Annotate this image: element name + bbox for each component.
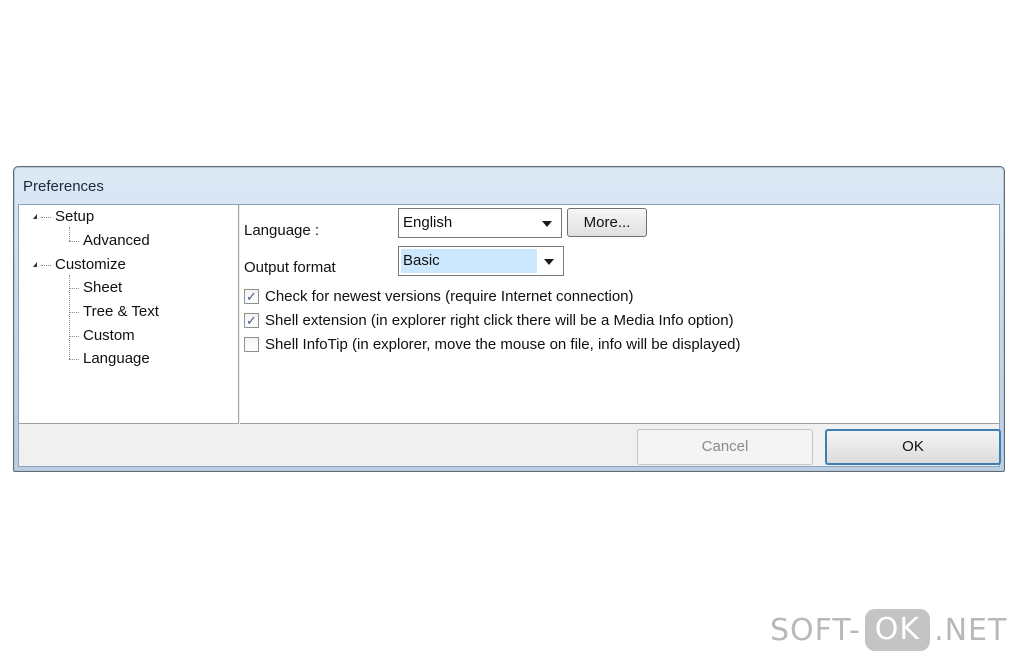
shell-infotip-checkbox[interactable] [244, 336, 259, 352]
preferences-window: Preferences Setup Advanced Customize She… [13, 166, 1005, 472]
language-label: Language : [244, 222, 320, 239]
shell-extension-option[interactable]: ✓ Shell extension (in explorer right cli… [244, 309, 734, 331]
tree-connector [69, 312, 79, 313]
watermark-suffix: .NET [934, 612, 1008, 648]
check-newest-versions-label: Check for newest versions (require Inter… [265, 287, 634, 305]
tree-connector [69, 288, 79, 289]
ok-button[interactable]: OK [825, 429, 1001, 465]
watermark-logo: SOFT- OK .NET [770, 608, 1007, 652]
tree-item-sheet[interactable]: Sheet [83, 277, 122, 299]
tree-item-language[interactable]: Language [83, 348, 150, 370]
tree-connector [69, 359, 79, 360]
output-format-select[interactable]: Basic [398, 246, 564, 276]
watermark-badge: OK [864, 609, 931, 651]
shell-infotip-label: Shell InfoTip (in explorer, move the mou… [265, 335, 741, 353]
tree-item-tree-text[interactable]: Tree & Text [83, 301, 159, 323]
tree-connector [69, 227, 70, 241]
language-select-value: English [403, 214, 453, 231]
cancel-button[interactable]: Cancel [637, 429, 813, 465]
expand-triangle-icon[interactable] [33, 214, 37, 219]
watermark-prefix: SOFT- [770, 612, 861, 648]
tree-connector [41, 217, 51, 218]
dropdown-arrow-icon [542, 221, 552, 227]
window-client-area: Setup Advanced Customize Sheet Tree & Te… [18, 204, 1001, 467]
check-newest-versions-option[interactable]: ✓ Check for newest versions (require Int… [244, 285, 634, 307]
dropdown-arrow-icon [544, 259, 554, 265]
tree-connector [69, 336, 79, 337]
output-format-select-value: Basic [401, 249, 537, 273]
preferences-tree[interactable]: Setup Advanced Customize Sheet Tree & Te… [19, 205, 239, 424]
output-format-label: Output format [244, 259, 336, 276]
language-select[interactable]: English [398, 208, 562, 238]
tree-item-customize[interactable]: Customize [55, 254, 126, 276]
check-newest-versions-checkbox[interactable]: ✓ [244, 288, 259, 304]
tree-item-advanced[interactable]: Advanced [83, 230, 150, 252]
tree-item-custom[interactable]: Custom [83, 325, 135, 347]
tree-connector [41, 265, 51, 266]
tree-connector [69, 241, 79, 242]
tree-item-setup[interactable]: Setup [55, 206, 94, 228]
expand-triangle-icon[interactable] [33, 262, 37, 267]
more-button[interactable]: More... [567, 208, 647, 237]
shell-extension-label: Shell extension (in explorer right click… [265, 311, 734, 329]
shell-extension-checkbox[interactable]: ✓ [244, 312, 259, 328]
window-title: Preferences [23, 177, 104, 195]
language-settings-panel: Language : English More... Output format… [240, 205, 999, 424]
shell-infotip-option[interactable]: Shell InfoTip (in explorer, move the mou… [244, 333, 741, 355]
